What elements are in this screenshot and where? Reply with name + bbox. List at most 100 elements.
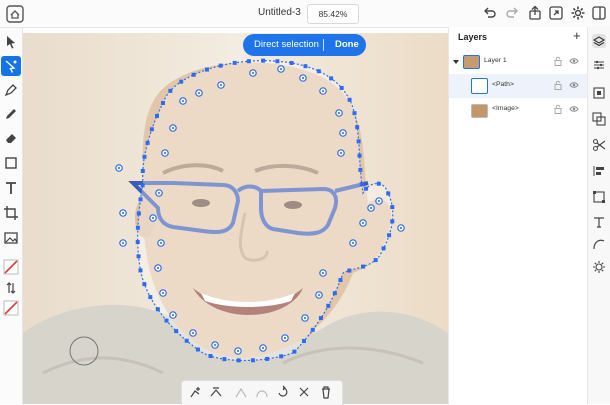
- anchor-point[interactable]: [184, 338, 189, 343]
- anchor-point[interactable]: [390, 219, 395, 224]
- anchor-point[interactable]: [364, 186, 369, 191]
- direct-selection-label[interactable]: Direct selection: [254, 39, 319, 50]
- anchor-point[interactable]: [138, 268, 143, 273]
- eraser-tool[interactable]: [1, 128, 21, 148]
- home-icon[interactable]: [5, 4, 25, 24]
- anchor-point[interactable]: [222, 357, 227, 362]
- anchor-point[interactable]: [329, 76, 334, 81]
- visibility-icon[interactable]: [569, 56, 579, 66]
- anchor-point[interactable]: [246, 59, 251, 64]
- anchor-point[interactable]: [145, 140, 150, 145]
- align-icon[interactable]: [592, 164, 606, 178]
- anchor-point[interactable]: [358, 167, 363, 172]
- lock-icon[interactable]: [553, 104, 563, 114]
- convert-anchor-icon[interactable]: [209, 385, 223, 399]
- anchor-point[interactable]: [136, 254, 141, 259]
- anchor-point[interactable]: [310, 327, 315, 332]
- anchor-point[interactable]: [136, 211, 141, 216]
- done-button[interactable]: Done: [335, 39, 359, 50]
- zoom-level[interactable]: 85.42%: [307, 4, 359, 24]
- anchor-point[interactable]: [338, 278, 343, 283]
- pen-tool[interactable]: [1, 80, 21, 100]
- settings-icon[interactable]: [570, 5, 586, 21]
- redo-icon[interactable]: [504, 5, 520, 21]
- swap-colors-button[interactable]: [1, 278, 21, 298]
- anchor-point[interactable]: [168, 88, 173, 93]
- anchor-point[interactable]: [357, 153, 362, 158]
- fill-swatch[interactable]: [1, 257, 21, 277]
- anchor-point[interactable]: [347, 97, 352, 102]
- anchor-point[interactable]: [318, 316, 323, 321]
- anchor-point[interactable]: [303, 64, 308, 69]
- layer-name[interactable]: <Path>: [492, 81, 514, 88]
- rotate-icon[interactable]: [276, 385, 290, 399]
- layout-icon[interactable]: [591, 5, 607, 21]
- anchor-point[interactable]: [265, 356, 270, 361]
- anchor-point[interactable]: [208, 354, 213, 359]
- anchor-point[interactable]: [218, 63, 223, 68]
- layer-row-path[interactable]: <Path>: [449, 74, 587, 98]
- add-layer-button[interactable]: +: [573, 28, 581, 43]
- path-ops-icon[interactable]: [592, 112, 606, 126]
- anchor-point[interactable]: [381, 246, 386, 251]
- cut-path-icon[interactable]: [297, 385, 311, 399]
- anchor-point[interactable]: [138, 197, 143, 202]
- anchor-point[interactable]: [155, 113, 160, 118]
- anchor-point[interactable]: [355, 125, 360, 130]
- lock-icon[interactable]: [553, 80, 563, 90]
- transform-icon[interactable]: [592, 190, 606, 204]
- transform-tool[interactable]: [1, 203, 21, 223]
- anchor-point[interactable]: [292, 349, 297, 354]
- anchor-point[interactable]: [179, 79, 184, 84]
- visibility-icon[interactable]: [569, 104, 579, 114]
- stroke-swatch[interactable]: [1, 298, 21, 318]
- anchor-point[interactable]: [352, 111, 357, 116]
- pencil-tool[interactable]: [1, 104, 21, 124]
- image-tool[interactable]: [1, 228, 21, 248]
- curve-icon[interactable]: [592, 237, 606, 251]
- anchor-point[interactable]: [289, 60, 294, 65]
- anchor-point[interactable]: [275, 59, 280, 64]
- anchor-point[interactable]: [339, 85, 344, 90]
- anchor-point[interactable]: [140, 168, 145, 173]
- anchor-point[interactable]: [204, 67, 209, 72]
- undo-icon[interactable]: [482, 5, 498, 21]
- expand-caret-icon[interactable]: [453, 59, 459, 65]
- anchor-point[interactable]: [164, 318, 169, 323]
- anchor-point[interactable]: [142, 282, 147, 287]
- anchor-point[interactable]: [155, 307, 160, 312]
- anchor-point[interactable]: [332, 291, 337, 296]
- anchor-point[interactable]: [142, 154, 147, 159]
- export-icon[interactable]: [548, 5, 564, 21]
- path-overlay[interactable]: [23, 33, 448, 404]
- anchor-point[interactable]: [261, 58, 266, 63]
- anchor-point[interactable]: [387, 233, 392, 238]
- anchor-point[interactable]: [376, 181, 381, 186]
- anchor-point[interactable]: [373, 258, 378, 263]
- direct-selection-tool[interactable]: [1, 56, 21, 76]
- anchor-point[interactable]: [161, 101, 165, 105]
- lock-icon[interactable]: [553, 56, 563, 66]
- gear-effects-icon[interactable]: [592, 260, 606, 274]
- anchor-point[interactable]: [236, 358, 241, 363]
- anchor-point[interactable]: [390, 205, 395, 210]
- smooth-icon[interactable]: [255, 385, 269, 399]
- delete-icon[interactable]: [319, 385, 333, 399]
- anchor-point[interactable]: [250, 358, 255, 363]
- anchor-point[interactable]: [135, 225, 140, 230]
- anchor-point[interactable]: [356, 139, 361, 144]
- anchor-point[interactable]: [174, 329, 179, 334]
- selection-tool[interactable]: [1, 32, 21, 52]
- corner-icon[interactable]: [234, 385, 248, 399]
- layer-row-layer-1[interactable]: Layer 1: [449, 50, 587, 74]
- text-style-icon[interactable]: [592, 215, 606, 229]
- anchor-point[interactable]: [316, 69, 321, 74]
- anchor-point[interactable]: [140, 183, 145, 188]
- properties-icon[interactable]: [592, 58, 606, 72]
- add-anchor-icon[interactable]: [189, 385, 203, 399]
- layers-icon[interactable]: [592, 34, 606, 48]
- anchor-point[interactable]: [347, 268, 352, 273]
- share-icon[interactable]: [527, 5, 543, 21]
- text-tool[interactable]: [1, 178, 21, 198]
- scissors-icon[interactable]: [592, 138, 606, 152]
